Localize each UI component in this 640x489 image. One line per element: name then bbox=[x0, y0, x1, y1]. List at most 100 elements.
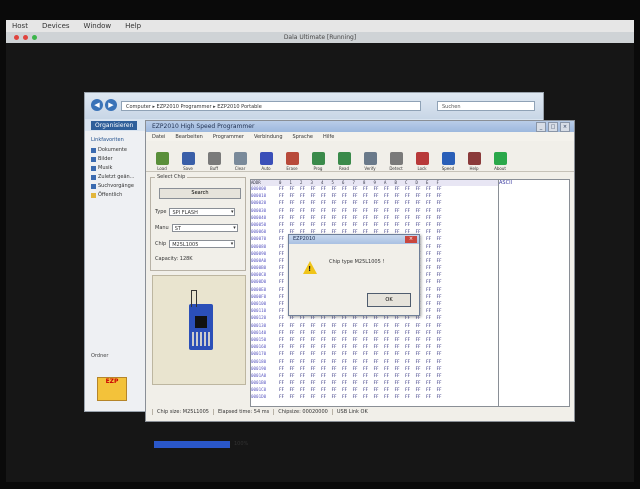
grid-byte[interactable]: FF bbox=[363, 373, 374, 380]
grid-byte[interactable]: FF bbox=[321, 215, 332, 222]
grid-byte[interactable]: FF bbox=[353, 222, 364, 229]
grid-byte[interactable]: FF bbox=[300, 222, 311, 229]
grid-byte[interactable]: FF bbox=[416, 200, 427, 207]
grid-byte[interactable]: FF bbox=[437, 215, 448, 222]
grid-byte[interactable]: FF bbox=[279, 315, 290, 322]
grid-byte[interactable]: FF bbox=[342, 359, 353, 366]
grid-byte[interactable]: FF bbox=[342, 387, 353, 394]
menu-language[interactable]: Sprache bbox=[293, 134, 313, 140]
type-select[interactable]: SPI FLASH bbox=[169, 208, 236, 216]
grid-byte[interactable]: FF bbox=[384, 315, 395, 322]
grid-byte[interactable]: FF bbox=[416, 380, 427, 387]
grid-byte[interactable]: FF bbox=[353, 200, 364, 207]
menu-connection[interactable]: Verbindung bbox=[254, 134, 283, 140]
grid-byte[interactable]: FF bbox=[363, 186, 374, 193]
menu-file[interactable]: Datei bbox=[152, 134, 165, 140]
grid-byte[interactable]: FF bbox=[426, 301, 437, 308]
grid-byte[interactable]: FF bbox=[395, 373, 406, 380]
grid-byte[interactable]: FF bbox=[374, 200, 385, 207]
grid-byte[interactable]: FF bbox=[290, 359, 301, 366]
grid-byte[interactable]: FF bbox=[363, 323, 374, 330]
grid-byte[interactable]: FF bbox=[363, 315, 374, 322]
grid-byte[interactable]: FF bbox=[437, 351, 448, 358]
grid-byte[interactable]: FF bbox=[332, 380, 343, 387]
grid-byte[interactable]: FF bbox=[426, 366, 437, 373]
grid-byte[interactable]: FF bbox=[353, 208, 364, 215]
grid-byte[interactable]: FF bbox=[353, 351, 364, 358]
grid-byte[interactable]: FF bbox=[300, 193, 311, 200]
grid-byte[interactable]: FF bbox=[290, 373, 301, 380]
toolbar-button-about[interactable]: About bbox=[490, 152, 510, 171]
grid-byte[interactable]: FF bbox=[437, 244, 448, 251]
grid-byte[interactable]: FF bbox=[374, 222, 385, 229]
grid-byte[interactable]: FF bbox=[437, 265, 448, 272]
grid-byte[interactable]: FF bbox=[290, 387, 301, 394]
grid-byte[interactable]: FF bbox=[363, 344, 374, 351]
grid-byte[interactable]: FF bbox=[437, 380, 448, 387]
grid-byte[interactable]: FF bbox=[416, 373, 427, 380]
grid-byte[interactable]: FF bbox=[311, 215, 322, 222]
grid-byte[interactable]: FF bbox=[384, 330, 395, 337]
grid-byte[interactable]: FF bbox=[426, 387, 437, 394]
grid-byte[interactable]: FF bbox=[363, 380, 374, 387]
grid-byte[interactable]: FF bbox=[300, 344, 311, 351]
grid-byte[interactable]: FF bbox=[300, 366, 311, 373]
grid-byte[interactable]: FF bbox=[279, 193, 290, 200]
grid-byte[interactable]: FF bbox=[321, 208, 332, 215]
grid-byte[interactable]: FF bbox=[426, 265, 437, 272]
grid-byte[interactable]: FF bbox=[437, 236, 448, 243]
grid-byte[interactable]: FF bbox=[405, 373, 416, 380]
grid-byte[interactable]: FF bbox=[290, 323, 301, 330]
grid-byte[interactable]: FF bbox=[405, 215, 416, 222]
grid-byte[interactable]: FF bbox=[437, 294, 448, 301]
grid-byte[interactable]: FF bbox=[279, 323, 290, 330]
grid-byte[interactable]: FF bbox=[437, 308, 448, 315]
grid-byte[interactable]: FF bbox=[311, 394, 322, 401]
grid-byte[interactable]: FF bbox=[395, 337, 406, 344]
grid-byte[interactable]: FF bbox=[437, 366, 448, 373]
grid-byte[interactable]: FF bbox=[363, 193, 374, 200]
grid-byte[interactable]: FF bbox=[311, 380, 322, 387]
grid-byte[interactable]: FF bbox=[290, 208, 301, 215]
grid-byte[interactable]: FF bbox=[437, 301, 448, 308]
grid-byte[interactable]: FF bbox=[374, 351, 385, 358]
grid-byte[interactable]: FF bbox=[384, 222, 395, 229]
grid-byte[interactable]: FF bbox=[374, 330, 385, 337]
grid-byte[interactable]: FF bbox=[290, 366, 301, 373]
grid-byte[interactable]: FF bbox=[279, 366, 290, 373]
grid-byte[interactable]: FF bbox=[321, 193, 332, 200]
grid-byte[interactable]: FF bbox=[279, 344, 290, 351]
search-button[interactable]: Search bbox=[159, 188, 241, 199]
grid-byte[interactable]: FF bbox=[290, 200, 301, 207]
grid-byte[interactable]: FF bbox=[395, 200, 406, 207]
grid-byte[interactable]: FF bbox=[363, 387, 374, 394]
sidebar-item-recent[interactable]: Zuletzt geän... bbox=[91, 174, 143, 180]
grid-byte[interactable]: FF bbox=[279, 351, 290, 358]
grid-byte[interactable]: FF bbox=[321, 366, 332, 373]
grid-byte[interactable]: FF bbox=[332, 394, 343, 401]
grid-byte[interactable]: FF bbox=[321, 394, 332, 401]
grid-byte[interactable]: FF bbox=[290, 351, 301, 358]
grid-byte[interactable]: FF bbox=[290, 394, 301, 401]
grid-byte[interactable]: FF bbox=[416, 186, 427, 193]
grid-byte[interactable]: FF bbox=[321, 337, 332, 344]
grid-byte[interactable]: FF bbox=[311, 351, 322, 358]
grid-byte[interactable]: FF bbox=[395, 208, 406, 215]
grid-byte[interactable]: FF bbox=[384, 208, 395, 215]
grid-byte[interactable]: FF bbox=[374, 387, 385, 394]
grid-byte[interactable]: FF bbox=[437, 359, 448, 366]
sidebar-item-music[interactable]: Musik bbox=[91, 165, 143, 171]
grid-byte[interactable]: FF bbox=[426, 380, 437, 387]
grid-byte[interactable]: FF bbox=[416, 351, 427, 358]
grid-byte[interactable]: FF bbox=[384, 186, 395, 193]
grid-byte[interactable]: FF bbox=[353, 323, 364, 330]
grid-byte[interactable]: FF bbox=[279, 380, 290, 387]
grid-byte[interactable]: FF bbox=[437, 229, 448, 236]
grid-byte[interactable]: FF bbox=[426, 251, 437, 258]
grid-byte[interactable]: FF bbox=[405, 380, 416, 387]
grid-byte[interactable]: FF bbox=[353, 344, 364, 351]
grid-byte[interactable]: FF bbox=[279, 387, 290, 394]
address-input[interactable]: Computer ▸ EZP2010 Programmer ▸ EZP2010 … bbox=[121, 101, 421, 111]
grid-byte[interactable]: FF bbox=[384, 359, 395, 366]
grid-byte[interactable]: FF bbox=[384, 373, 395, 380]
